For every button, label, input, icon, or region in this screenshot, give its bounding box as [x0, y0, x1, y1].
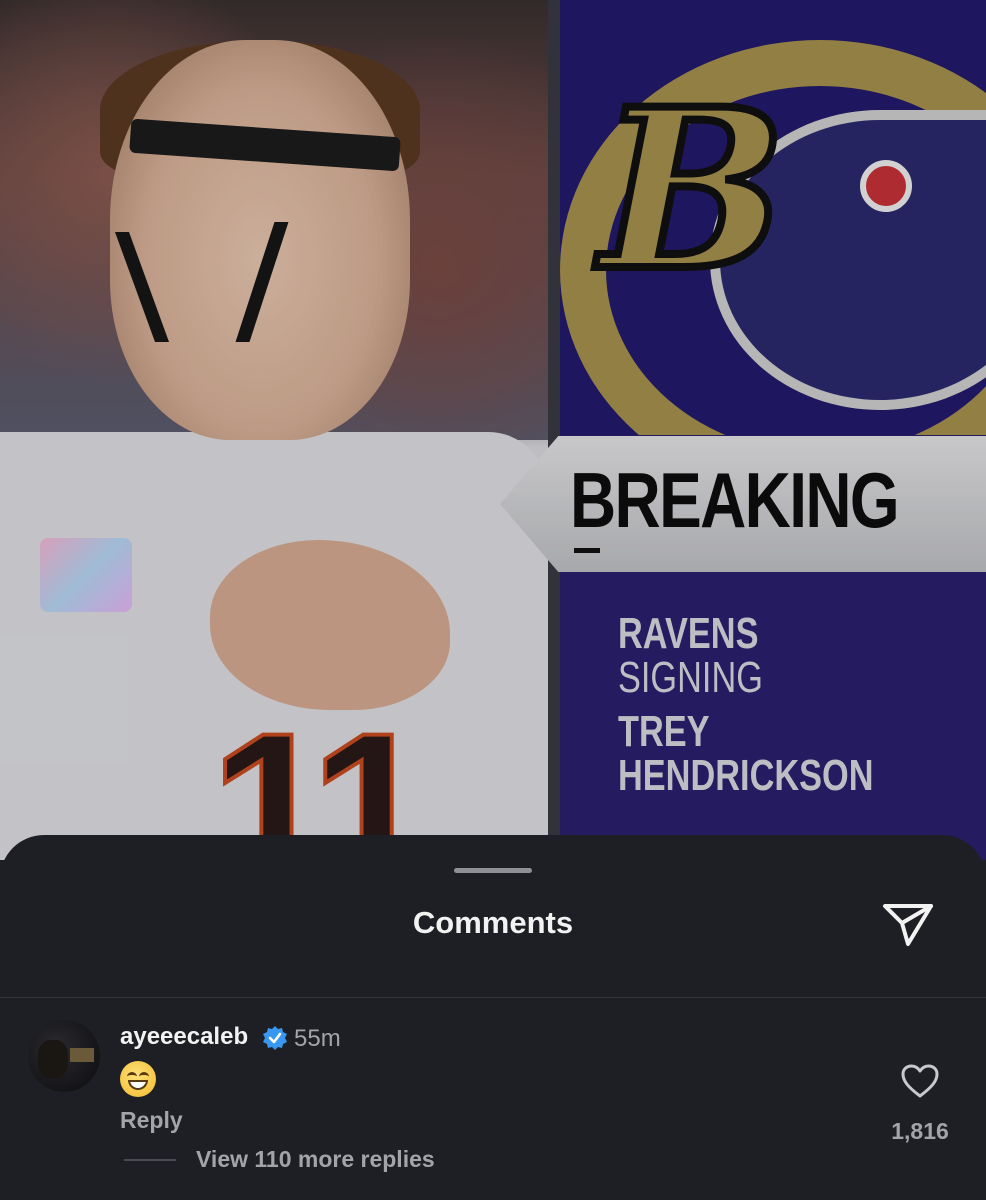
dim-overlay	[0, 0, 986, 860]
replies-indent-line	[124, 1159, 176, 1161]
grinning-face-emoji	[120, 1061, 156, 1097]
post-image[interactable]: 11 B BREAKING RAVENS SIGNING TREY HENDRI…	[0, 0, 986, 860]
comments-sheet: Comments ayeeecaleb 55m Reply 1,816 View…	[0, 835, 986, 1200]
comment-username[interactable]: ayeeecaleb	[120, 1023, 248, 1051]
header-divider	[0, 997, 986, 998]
avatar-light	[70, 1048, 94, 1062]
sheet-title: Comments	[412, 905, 574, 940]
heart-icon[interactable]	[900, 1063, 940, 1099]
verified-badge-icon	[262, 1025, 288, 1051]
reply-button[interactable]: Reply	[120, 1107, 183, 1134]
send-icon[interactable]	[880, 899, 936, 949]
avatar[interactable]	[28, 1020, 100, 1092]
view-more-replies-button[interactable]: View 110 more replies	[196, 1146, 435, 1173]
avatar-figure	[38, 1040, 68, 1078]
emoji-mouth	[128, 1080, 148, 1090]
drag-handle[interactable]	[454, 868, 532, 873]
like-count: 1,816	[891, 1118, 949, 1144]
comment-timestamp: 55m	[294, 1025, 341, 1052]
